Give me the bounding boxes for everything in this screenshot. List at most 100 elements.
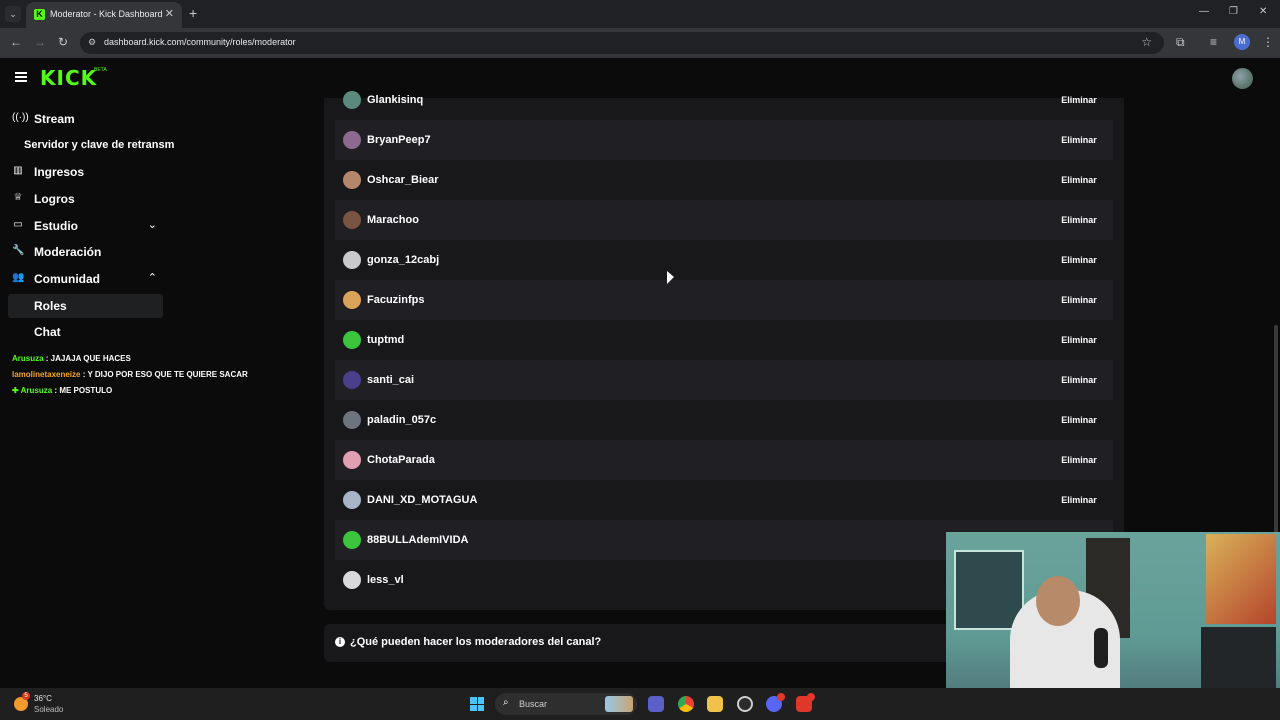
studio-icon: ▭ <box>13 219 23 230</box>
browser-tab[interactable]: K Moderator - Kick Dashboard ✕ <box>26 2 182 28</box>
address-bar[interactable]: ⚙ dashboard.kick.com/community/roles/mod… <box>80 32 1164 54</box>
moderator-name: paladin_057c <box>367 414 437 426</box>
table-row: DANI_XD_MOTAGUA Eliminar <box>335 480 1113 520</box>
sidebar-item-chat[interactable]: Chat <box>8 320 163 344</box>
chat-text: Y DIJO POR ESO QUE TE QUIERE SACAR <box>87 370 248 379</box>
remove-moderator-button[interactable]: Eliminar <box>1053 89 1105 111</box>
moderator-avatar <box>343 211 361 229</box>
table-row: tuptmd Eliminar <box>335 320 1113 360</box>
sidebar-item-moderacion[interactable]: 🔧 Moderación <box>8 240 163 264</box>
reload-icon[interactable]: ↻ <box>58 35 68 49</box>
sidebar-item-estudio[interactable]: ▭ Estudio ⌄ <box>8 214 163 238</box>
tab-search-button[interactable]: ⌄ <box>5 6 21 22</box>
notification-badge <box>777 693 785 701</box>
moderator-avatar <box>343 531 361 549</box>
table-row: gonza_12cabj Eliminar <box>335 240 1113 280</box>
sidebar-item-ingresos[interactable]: ▥ Ingresos <box>8 160 163 184</box>
forward-icon[interactable]: → <box>34 35 46 49</box>
sidebar-item-label: Chat <box>34 325 61 339</box>
chrome-icon[interactable] <box>678 696 694 712</box>
stream-chat-overlay: Arusuza : JAJAJA QUE HACES lamolinetaxen… <box>12 354 282 402</box>
browser-profile-avatar[interactable]: M <box>1234 34 1250 50</box>
tab-title: Moderator - Kick Dashboard <box>50 9 163 19</box>
taskbar-search[interactable]: ⌕ Buscar <box>495 693 637 715</box>
bookmark-star-icon[interactable]: ☆ <box>1141 35 1152 49</box>
chat-badge-icon: ✚ <box>12 386 21 395</box>
search-icon: ⌕ <box>503 697 509 708</box>
close-tab-icon[interactable]: ✕ <box>165 7 174 20</box>
weather-desc: Soleado <box>34 705 64 714</box>
close-window-icon[interactable]: ✕ <box>1259 6 1267 17</box>
moderator-name: Marachoo <box>367 214 419 226</box>
windows-taskbar: 5 36°C Soleado ⌕ Buscar <box>0 688 1280 720</box>
moderator-name: 88BULLAdemIVIDA <box>367 534 469 546</box>
teams-icon[interactable] <box>648 696 664 712</box>
extensions-icon[interactable]: ⧉ <box>1176 35 1185 50</box>
moderator-name: ChotaParada <box>367 454 435 466</box>
sidebar-item-stream[interactable]: ((·)) Stream <box>8 107 163 131</box>
table-row: ChotaParada Eliminar <box>335 440 1113 480</box>
moderator-avatar <box>343 451 361 469</box>
moderator-name: santi_cai <box>367 374 415 386</box>
moderator-name: DANI_XD_MOTAGUA <box>367 494 478 506</box>
weather-badge: 5 <box>22 692 30 700</box>
people-icon: 👥 <box>12 272 25 283</box>
site-info-icon[interactable]: ⚙ <box>88 37 98 47</box>
windows-start-icon[interactable] <box>470 697 484 711</box>
browser-tab-bar: ⌄ K Moderator - Kick Dashboard ✕ + — ❐ ✕ <box>0 0 1280 28</box>
sidebar-item-stream-key[interactable]: Servidor y clave de retransm <box>8 134 174 158</box>
weather-temp: 36°C <box>34 694 52 703</box>
chevron-up-icon: ⌃ <box>147 272 157 284</box>
search-placeholder: Buscar <box>519 699 548 709</box>
chat-text: ME POSTULO <box>59 386 113 395</box>
chat-username: Arusuza <box>12 354 44 363</box>
moderator-avatar <box>343 571 361 589</box>
user-avatar[interactable] <box>1232 68 1253 89</box>
broadcast-icon: ((·)) <box>12 112 29 123</box>
remove-moderator-button[interactable]: Eliminar <box>1053 329 1105 351</box>
moderator-avatar <box>343 171 361 189</box>
kick-logo[interactable]: KICK <box>40 66 97 90</box>
sidebar-item-logros[interactable]: ♕ Logros <box>8 187 163 211</box>
hamburger-menu-icon[interactable] <box>15 72 27 84</box>
url-text: dashboard.kick.com/community/roles/moder… <box>104 37 296 47</box>
webcam-background-window <box>954 550 1024 630</box>
remove-moderator-button[interactable]: Eliminar <box>1053 129 1105 151</box>
moderator-avatar <box>343 251 361 269</box>
mouse-cursor-icon <box>667 271 674 284</box>
webcam-microphone <box>1094 628 1108 668</box>
info-icon: i <box>335 637 345 647</box>
remove-moderator-button[interactable]: Eliminar <box>1053 409 1105 431</box>
sidebar-item-comunidad[interactable]: 👥 Comunidad ⌃ <box>8 267 163 291</box>
chat-message: lamolinetaxeneize : Y DIJO POR ESO QUE T… <box>12 370 248 379</box>
remove-moderator-button[interactable]: Eliminar <box>1053 489 1105 511</box>
sidebar-item-label: Comunidad <box>34 272 100 286</box>
chat-username: Arusuza <box>20 386 53 395</box>
sidebar-item-label: Logros <box>34 192 75 206</box>
minimize-icon[interactable]: — <box>1199 6 1209 17</box>
remove-moderator-button[interactable]: Eliminar <box>1053 209 1105 231</box>
remove-moderator-button[interactable]: Eliminar <box>1053 289 1105 311</box>
moderator-name: Glankisinq <box>367 94 424 106</box>
remove-moderator-button[interactable]: Eliminar <box>1053 169 1105 191</box>
new-tab-button[interactable]: + <box>189 5 197 21</box>
sidebar-item-roles[interactable]: Roles <box>8 294 163 318</box>
moderator-avatar <box>343 131 361 149</box>
chat-username: lamolinetaxeneize <box>12 370 81 379</box>
moderator-avatar <box>343 91 361 109</box>
remove-moderator-button[interactable]: Eliminar <box>1053 369 1105 391</box>
browser-menu-icon[interactable]: ⋮ <box>1262 35 1274 49</box>
chat-message: ✚ Arusuza : ME POSTULO <box>12 386 113 395</box>
remove-moderator-button[interactable]: Eliminar <box>1053 449 1105 471</box>
restore-icon[interactable]: ❐ <box>1229 6 1238 17</box>
back-icon[interactable]: ← <box>10 35 22 49</box>
sidebar-item-label: Moderación <box>34 245 102 259</box>
file-explorer-icon[interactable] <box>707 696 723 712</box>
remove-moderator-button[interactable]: Eliminar <box>1053 249 1105 271</box>
wrench-icon: 🔧 <box>12 245 25 256</box>
table-row: Marachoo Eliminar <box>335 200 1113 240</box>
sidebar-item-label: Servidor y clave de retransm <box>24 139 175 151</box>
media-control-icon[interactable]: ≡ <box>1210 35 1217 49</box>
table-row: Oshcar_Biear Eliminar <box>335 160 1113 200</box>
obs-icon[interactable] <box>737 696 753 712</box>
